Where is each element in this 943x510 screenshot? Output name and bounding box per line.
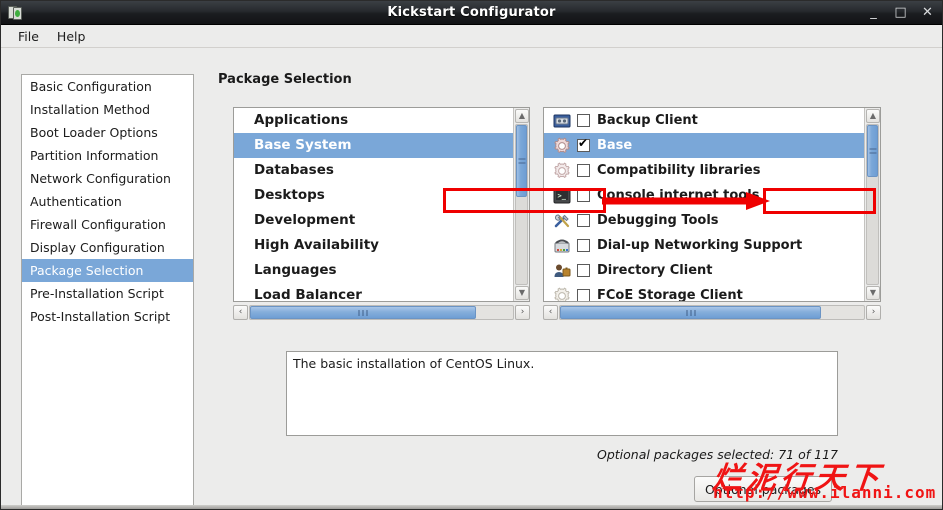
group-scroll-track[interactable] [515,124,528,285]
svg-text:>_: >_ [558,192,567,200]
package-description-text: The basic installation of CentOS Linux. [293,356,534,371]
package-hscroll-track[interactable] [559,305,865,320]
minimize-button[interactable]: _ [867,6,880,19]
optional-packages-button[interactable]: Optional packages [694,476,832,502]
group-row-databases[interactable]: Databases [234,158,513,183]
group-list-horizontal-scrollbar[interactable]: ‹ › [233,304,530,321]
group-row-desktops[interactable]: Desktops [234,183,513,208]
package-checkbox[interactable] [577,289,590,301]
package-scroll-track[interactable] [866,124,879,285]
package-hscroll-thumb[interactable] [560,306,821,319]
user-icon [552,262,572,280]
package-checkbox[interactable] [577,214,590,227]
sidebar-item-basic-configuration[interactable]: Basic Configuration [22,75,193,98]
group-row-development[interactable]: Development [234,208,513,233]
maximize-button[interactable]: □ [894,6,907,19]
group-list-vertical-scrollbar[interactable]: ▲ ▼ [513,108,529,301]
optional-packages-status: Optional packages selected: 71 of 117 [286,447,838,462]
package-checkbox[interactable] [577,239,590,252]
package-row-debugging-tools[interactable]: Debugging Tools [544,208,864,233]
group-scroll-thumb[interactable] [516,125,527,197]
package-list-vertical-scrollbar[interactable]: ▲ ▼ [864,108,880,301]
package-checkbox[interactable] [577,164,590,177]
group-hscroll-track[interactable] [249,305,514,320]
group-row-applications[interactable]: Applications [234,108,513,133]
packages-icon [5,3,27,23]
package-list[interactable]: Backup Client Base Com [543,107,881,302]
scroll-up-icon[interactable]: ▲ [515,109,529,123]
gear-icon [552,137,572,155]
package-checkbox[interactable] [577,264,590,277]
package-checkbox[interactable] [577,139,590,152]
title-bar: Kickstart Configurator _ □ ✕ [1,1,942,25]
group-row-base-system[interactable]: Base System [234,133,513,158]
window-controls: _ □ ✕ [867,6,934,19]
sidebar-item-display-configuration[interactable]: Display Configuration [22,236,193,259]
sidebar-item-pre-installation-script[interactable]: Pre-Installation Script [22,282,193,305]
package-row-console-internet-tools[interactable]: >_ Console internet tools [544,183,864,208]
package-list-horizontal-scrollbar[interactable]: ‹ › [543,304,881,321]
sidebar-item-network-configuration[interactable]: Network Configuration [22,167,193,190]
scroll-up-icon[interactable]: ▲ [866,109,880,123]
menu-bar: File Help [1,25,942,48]
package-row-compatibility-libraries[interactable]: Compatibility libraries [544,158,864,183]
scroll-down-icon[interactable]: ▼ [515,286,529,300]
package-label: Dial-up Networking Support [597,238,802,253]
kickstart-configurator-window: Kickstart Configurator _ □ ✕ File Help B… [0,0,943,510]
scroll-right-icon[interactable]: › [866,305,881,320]
sidebar-item-post-installation-script[interactable]: Post-Installation Script [22,305,193,328]
terminal-icon: >_ [552,187,572,205]
sidebar-item-installation-method[interactable]: Installation Method [22,98,193,121]
package-row-directory-client[interactable]: Directory Client [544,258,864,283]
package-label: FCoE Storage Client [597,288,743,301]
sidebar-item-firewall-configuration[interactable]: Firewall Configuration [22,213,193,236]
package-checkbox[interactable] [577,114,590,127]
group-row-languages[interactable]: Languages [234,258,513,283]
sidebar-item-boot-loader-options[interactable]: Boot Loader Options [22,121,193,144]
package-row-dial-up-networking-support[interactable]: Dial-up Networking Support [544,233,864,258]
package-row-base[interactable]: Base [544,133,864,158]
package-group-list-viewport: Applications Base System Databases Deskt… [234,108,513,301]
close-button[interactable]: ✕ [921,6,934,19]
tape-drive-icon [552,112,572,130]
window-body: Basic Configuration Installation Method … [1,49,942,509]
scroll-right-icon[interactable]: › [515,305,530,320]
group-row-load-balancer[interactable]: Load Balancer [234,283,513,301]
package-row-backup-client[interactable]: Backup Client [544,108,864,133]
package-description-box: The basic installation of CentOS Linux. [286,351,838,436]
sidebar-nav: Basic Configuration Installation Method … [21,74,194,510]
page-title: Package Selection [218,72,352,87]
package-label: Directory Client [597,263,712,278]
scroll-left-icon[interactable]: ‹ [543,305,558,320]
package-row-fcoe-storage-client[interactable]: FCoE Storage Client [544,283,864,301]
package-checkbox[interactable] [577,189,590,202]
window-title: Kickstart Configurator [1,5,942,20]
package-list-viewport: Backup Client Base Com [544,108,864,301]
group-row-high-availability[interactable]: High Availability [234,233,513,258]
tools-icon [552,212,572,230]
scroll-down-icon[interactable]: ▼ [866,286,880,300]
gear-icon [552,162,572,180]
package-label: Compatibility libraries [597,163,760,178]
sidebar-item-authentication[interactable]: Authentication [22,190,193,213]
sidebar-item-partition-information[interactable]: Partition Information [22,144,193,167]
package-group-list[interactable]: Applications Base System Databases Deskt… [233,107,530,302]
package-label: Console internet tools [597,188,759,203]
content-area: Package Selection Applications Base Syst… [206,49,942,509]
sidebar-item-package-selection[interactable]: Package Selection [22,259,193,282]
menu-file[interactable]: File [9,27,48,46]
scroll-left-icon[interactable]: ‹ [233,305,248,320]
window-bottom-edge [1,505,942,509]
package-scroll-thumb[interactable] [867,125,878,177]
package-label: Base [597,138,632,153]
modem-icon [552,237,572,255]
menu-help[interactable]: Help [48,27,95,46]
package-label: Backup Client [597,113,698,128]
package-label: Debugging Tools [597,213,719,228]
group-hscroll-thumb[interactable] [250,306,476,319]
gear-icon [552,287,572,302]
